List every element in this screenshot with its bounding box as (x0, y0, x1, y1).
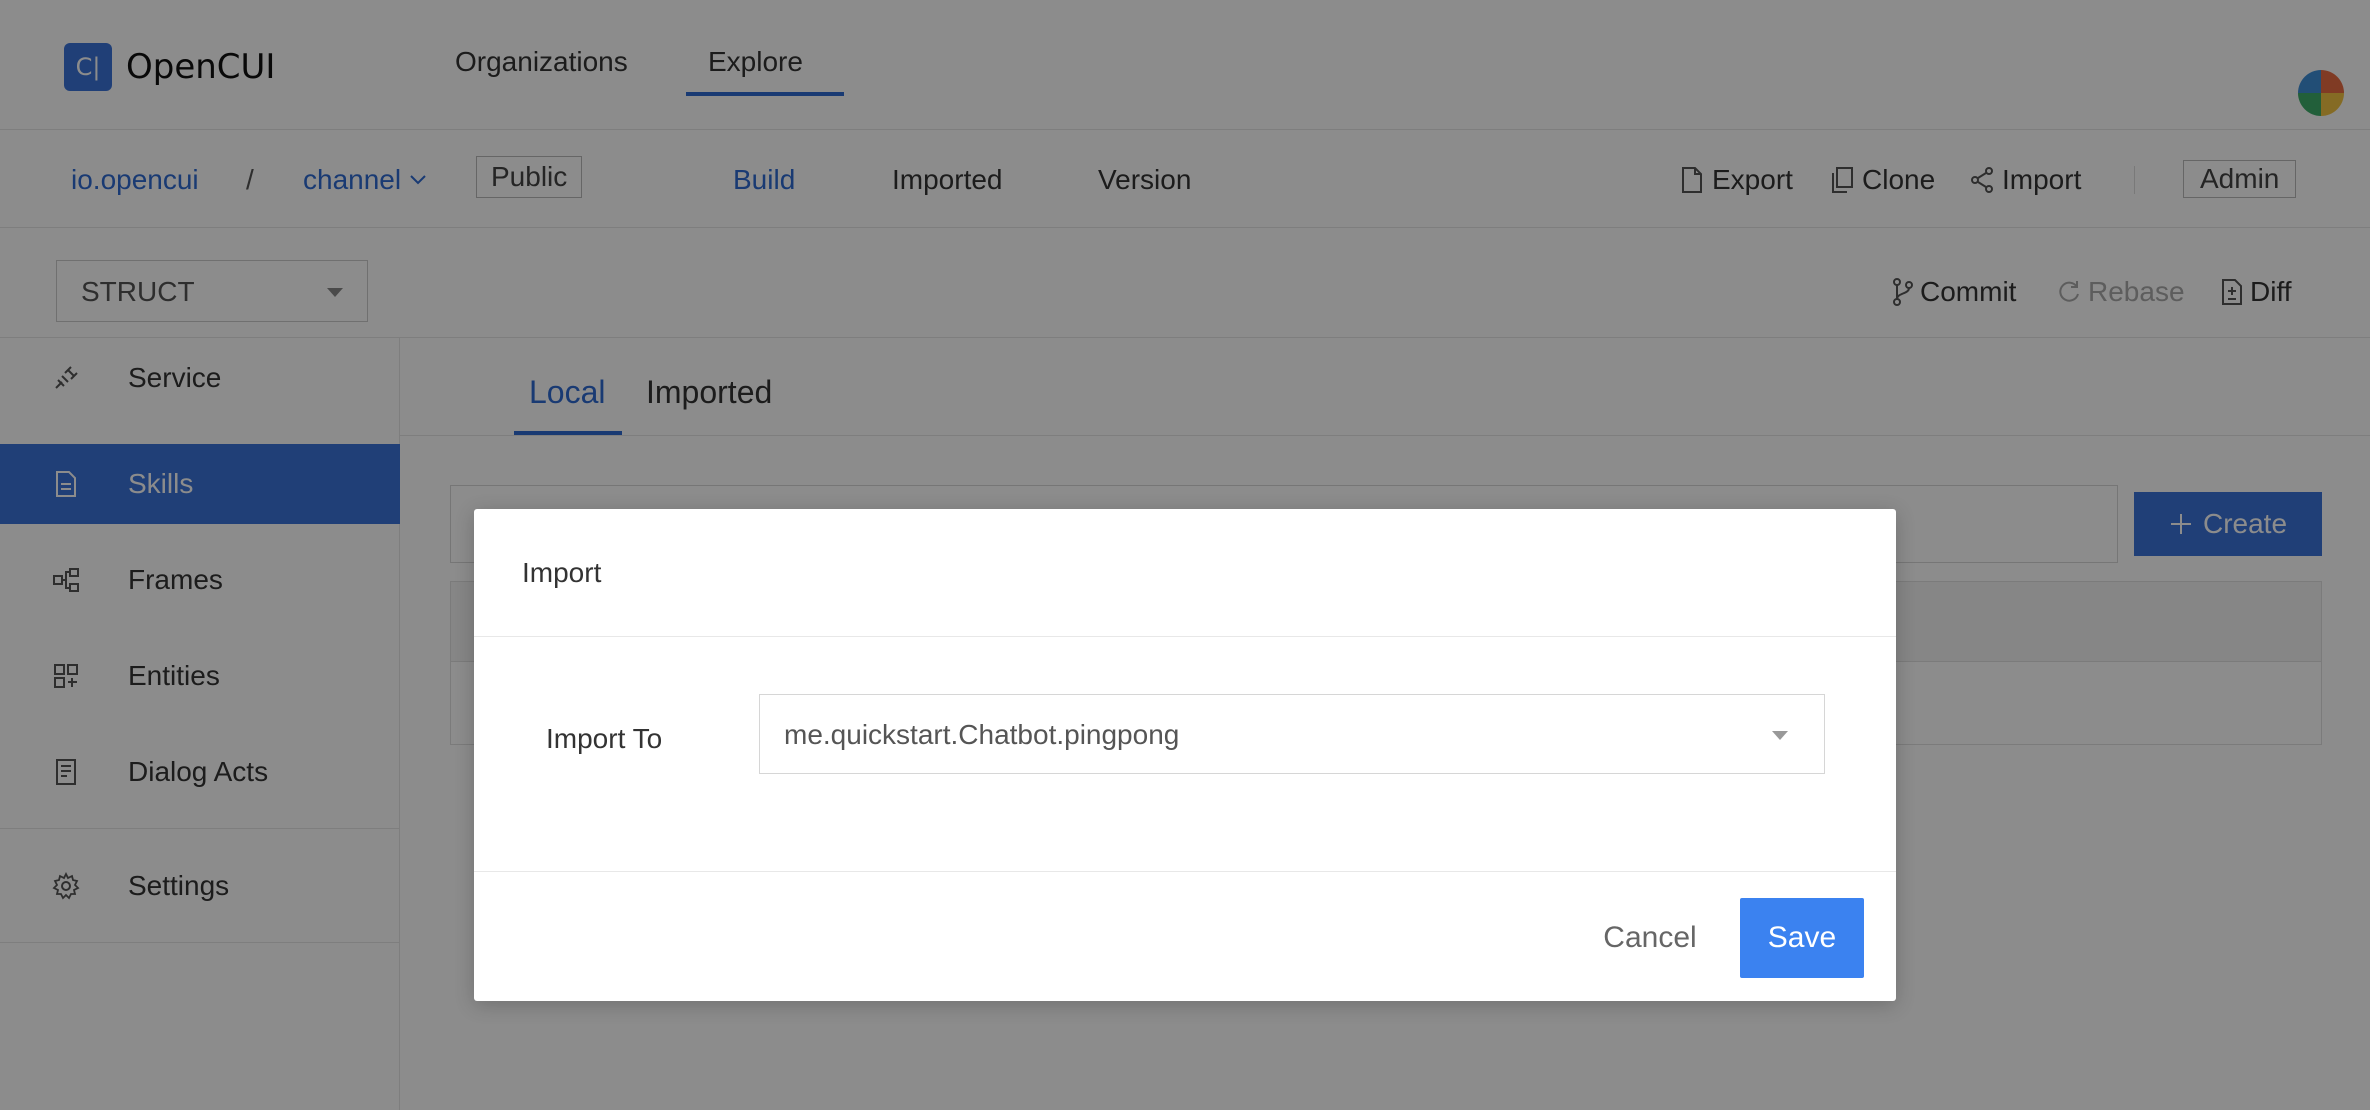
import-dialog: Import Import To me.quickstart.Chatbot.p… (474, 509, 1896, 1001)
dialog-header: Import (474, 509, 1896, 637)
import-to-value: me.quickstart.Chatbot.pingpong (784, 719, 1180, 750)
caret-down-icon (1772, 731, 1788, 740)
cancel-button[interactable]: Cancel (1580, 898, 1720, 978)
import-to-select[interactable]: me.quickstart.Chatbot.pingpong (759, 694, 1825, 774)
save-button[interactable]: Save (1740, 898, 1864, 978)
dialog-footer: Cancel Save (474, 871, 1896, 1001)
dialog-title: Import (522, 557, 602, 588)
import-to-label: Import To (546, 723, 663, 754)
